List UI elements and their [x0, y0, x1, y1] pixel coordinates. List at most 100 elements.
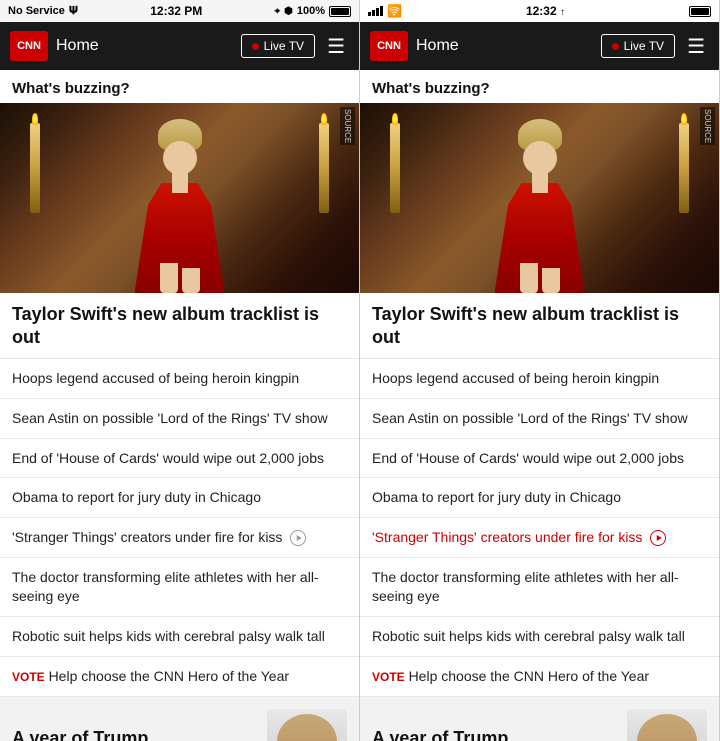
candle-left-2 [390, 123, 400, 213]
figure-head-2 [523, 141, 557, 175]
news-text-2-1: Sean Astin on possible 'Lord of the Ring… [372, 410, 688, 426]
trump-image-2 [627, 709, 707, 741]
news-text-2-7: Help choose the CNN Hero of the Year [409, 668, 649, 684]
buzzing-header-2: What's buzzing? [360, 70, 719, 103]
source-tag-2: SOURCE [700, 107, 715, 145]
cnn-logo-1[interactable]: CNN [10, 31, 48, 61]
figure-leg-right [182, 268, 200, 293]
hero-image-1[interactable]: SOURCE [0, 103, 359, 293]
candle-left [30, 123, 40, 213]
hero-image-inner-2: SOURCE [360, 103, 719, 293]
candle-flame-right-2 [681, 113, 687, 125]
live-dot-2 [612, 43, 619, 50]
news-item-2-0[interactable]: Hoops legend accused of being heroin kin… [360, 359, 719, 399]
status-bar-2: 🛜 12:32 ↑ [360, 0, 719, 22]
news-item-2-4[interactable]: 'Stranger Things' creators under fire fo… [360, 518, 719, 558]
bluetooth-icon-1: ⬢ [284, 6, 293, 17]
time-text-2: 12:32 [526, 4, 557, 18]
figure-neck-2 [532, 173, 548, 193]
cnn-header-2: CNN Home Live TV ☰ [360, 22, 719, 70]
battery-icon-1 [329, 6, 351, 17]
figure-head [163, 141, 197, 175]
news-text-1-0: Hoops legend accused of being heroin kin… [12, 370, 299, 386]
vote-badge-1: VOTE [12, 670, 45, 684]
signal-bars-2 [368, 6, 383, 16]
location-icon-status-2: ↑ [560, 7, 565, 18]
battery-fill-1 [331, 8, 349, 15]
no-service-text: No Service [8, 5, 65, 17]
live-tv-button-2[interactable]: Live TV [601, 34, 675, 58]
news-item-1-6[interactable]: Robotic suit helps kids with cerebral pa… [0, 617, 359, 657]
status-bar-right-2 [689, 6, 711, 17]
main-headline-2[interactable]: Taylor Swift's new album tracklist is ou… [360, 293, 719, 359]
battery-icon-2 [689, 6, 711, 17]
status-bar-time-2: 12:32 ↑ [526, 4, 565, 18]
figure-neck [172, 173, 188, 193]
wifi-icon-2: 🛜 [387, 4, 402, 18]
wifi-icon-1: 𝚿 [69, 5, 78, 18]
status-bar-right-1: ⌖ ⬢ 100% [274, 5, 351, 17]
cnn-logo-2[interactable]: CNN [370, 31, 408, 61]
home-label-1[interactable]: Home [56, 37, 233, 55]
status-bar-time-1: 12:32 PM [150, 4, 202, 18]
news-text-2-6: Robotic suit helps kids with cerebral pa… [372, 628, 685, 644]
news-item-2-2[interactable]: End of 'House of Cards' would wipe out 2… [360, 439, 719, 479]
trump-image-1 [267, 709, 347, 741]
news-text-2-3: Obama to report for jury duty in Chicago [372, 489, 621, 505]
news-item-1-3[interactable]: Obama to report for jury duty in Chicago [0, 478, 359, 518]
news-item-1-4[interactable]: 'Stranger Things' creators under fire fo… [0, 518, 359, 558]
trump-section-2[interactable]: A year of Trump [360, 697, 719, 741]
live-tv-label-2: Live TV [624, 39, 664, 53]
battery-fill-2 [691, 8, 709, 15]
live-tv-label-1: Live TV [264, 39, 304, 53]
figure-leg-right-2 [542, 268, 560, 293]
main-headline-1[interactable]: Taylor Swift's new album tracklist is ou… [0, 293, 359, 359]
play-icon-1-4[interactable] [290, 530, 306, 546]
trump-head-silhouette [277, 714, 337, 741]
status-bar-left-2: 🛜 [368, 4, 402, 18]
live-tv-button-1[interactable]: Live TV [241, 34, 315, 58]
candle-flame-left-2 [392, 113, 398, 125]
hamburger-icon-2[interactable]: ☰ [683, 34, 709, 59]
status-bar-1: No Service 𝚿 12:32 PM ⌖ ⬢ 100% [0, 0, 359, 22]
hamburger-icon-1[interactable]: ☰ [323, 34, 349, 59]
content-area-2: What's buzzing? SOURCE Taylor S [360, 70, 719, 741]
news-item-2-7[interactable]: VOTE Help choose the CNN Hero of the Yea… [360, 657, 719, 697]
candle-flame-right [321, 113, 327, 125]
news-text-1-3: Obama to report for jury duty in Chicago [12, 489, 261, 505]
news-item-2-5[interactable]: The doctor transforming elite athletes w… [360, 558, 719, 617]
news-item-1-0[interactable]: Hoops legend accused of being heroin kin… [0, 359, 359, 399]
news-item-1-1[interactable]: Sean Astin on possible 'Lord of the Ring… [0, 399, 359, 439]
home-label-2[interactable]: Home [416, 37, 593, 55]
status-bar-left-1: No Service 𝚿 [8, 5, 78, 18]
signal-bar-3 [376, 8, 379, 16]
news-text-1-6: Robotic suit helps kids with cerebral pa… [12, 628, 325, 644]
hero-image-2[interactable]: SOURCE [360, 103, 719, 293]
news-item-2-3[interactable]: Obama to report for jury duty in Chicago [360, 478, 719, 518]
trump-section-title-2: A year of Trump [372, 728, 617, 741]
news-item-1-2[interactable]: End of 'House of Cards' would wipe out 2… [0, 439, 359, 479]
news-text-1-7: Help choose the CNN Hero of the Year [49, 668, 289, 684]
news-text-2-0: Hoops legend accused of being heroin kin… [372, 370, 659, 386]
news-text-1-5: The doctor transforming elite athletes w… [12, 569, 319, 604]
news-item-2-1[interactable]: Sean Astin on possible 'Lord of the Ring… [360, 399, 719, 439]
play-icon-2-4[interactable]: [data-name="play-icon-2-4"]::after { bor… [650, 530, 666, 546]
news-text-1-2: End of 'House of Cards' would wipe out 2… [12, 450, 324, 466]
candle-right-2 [679, 123, 689, 213]
battery-percent-1: 100% [297, 5, 325, 17]
news-item-1-7[interactable]: VOTE Help choose the CNN Hero of the Yea… [0, 657, 359, 697]
candle-flame-left [32, 113, 38, 125]
news-text-2-2: End of 'House of Cards' would wipe out 2… [372, 450, 684, 466]
signal-bar-2 [372, 10, 375, 16]
cnn-header-1: CNN Home Live TV ☰ [0, 22, 359, 70]
location-icon-1: ⌖ [274, 6, 280, 17]
trump-section-1[interactable]: A year of Trump [0, 697, 359, 741]
news-item-1-5[interactable]: The doctor transforming elite athletes w… [0, 558, 359, 617]
source-tag-1: SOURCE [340, 107, 355, 145]
news-item-2-6[interactable]: Robotic suit helps kids with cerebral pa… [360, 617, 719, 657]
figure-leg-left [160, 263, 178, 293]
phone-panel-1: No Service 𝚿 12:32 PM ⌖ ⬢ 100% CNN Home … [0, 0, 360, 741]
buzzing-header-1: What's buzzing? [0, 70, 359, 103]
candle-right [319, 123, 329, 213]
news-list-2: Hoops legend accused of being heroin kin… [360, 359, 719, 697]
